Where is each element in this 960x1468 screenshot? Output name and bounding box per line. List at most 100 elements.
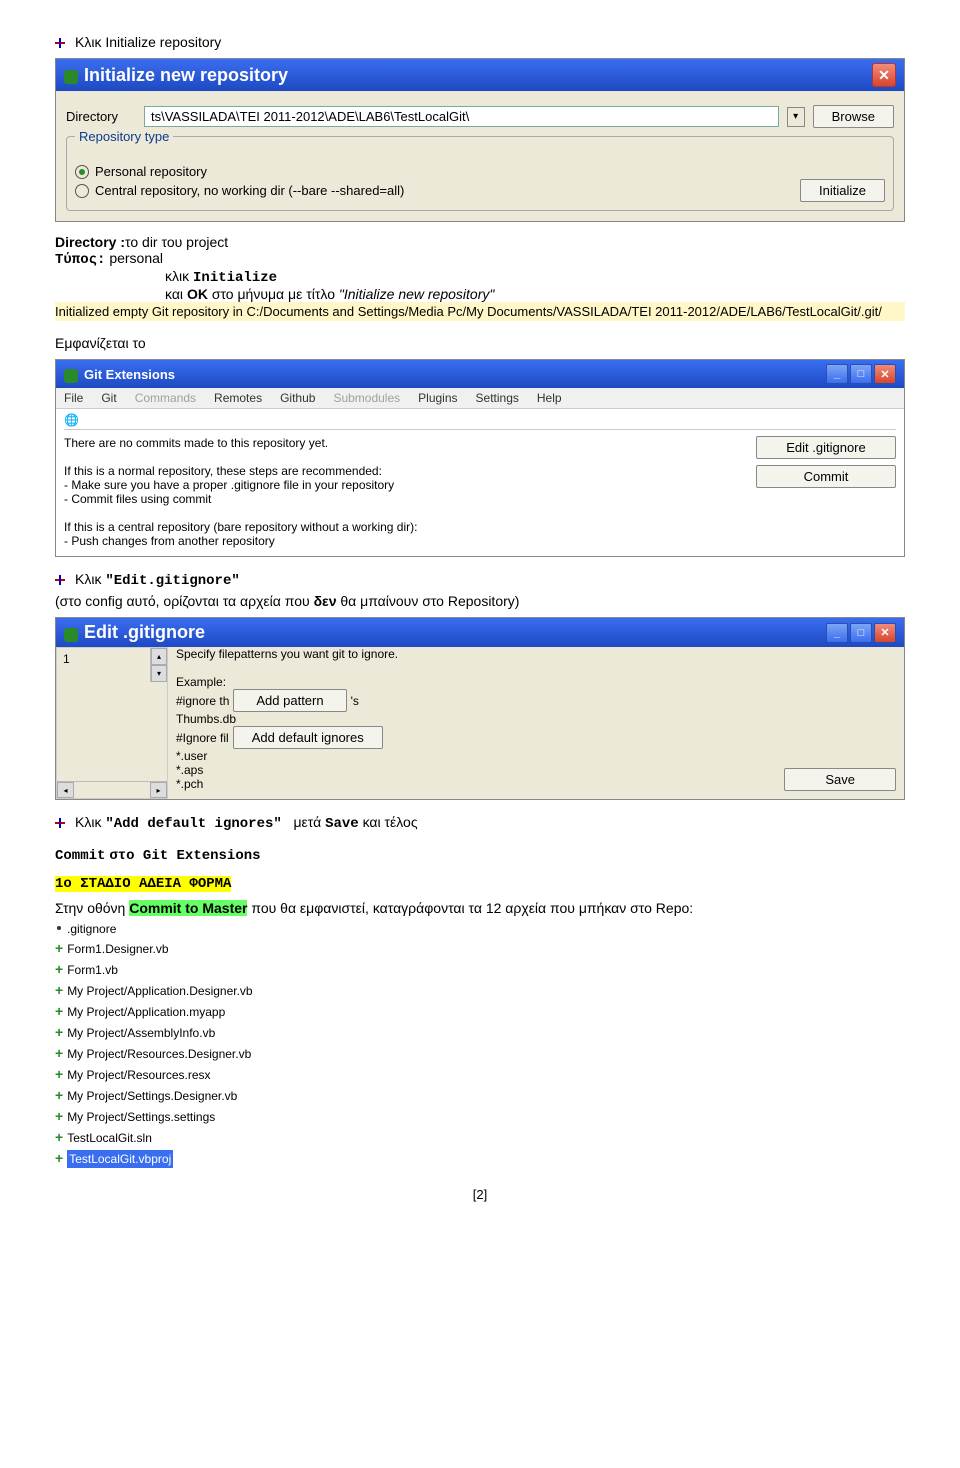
add-default-ignores-button[interactable]: Add default ignores <box>233 726 383 749</box>
list-item: +My Project/Resources.Designer.vb <box>55 1043 905 1064</box>
plus-icon: + <box>55 1043 63 1064</box>
msg-title: "Initialize new repository" <box>339 286 494 302</box>
app-icon <box>64 369 78 383</box>
bullet-icon <box>55 575 65 585</box>
directory-label: Directory <box>66 109 136 124</box>
initialize-button[interactable]: Initialize <box>800 179 885 202</box>
radio-personal-label: Personal repository <box>95 164 207 179</box>
dir-desc: το dir του project <box>125 234 228 250</box>
save-word: Save <box>325 816 359 832</box>
step-gitignore: - Make sure you have a proper .gitignore… <box>64 478 746 492</box>
type-term: Τύπος: <box>55 252 105 268</box>
list-item: +TestLocalGit.sln <box>55 1127 905 1148</box>
ex-line3: #Ignore fil <box>176 731 229 745</box>
git-extensions-window: Git Extensions _ □ ✕ File Git Commands R… <box>55 359 905 557</box>
list-item: +My Project/Application.myapp <box>55 1001 905 1022</box>
click-word2: Κλικ <box>75 571 101 587</box>
central-repo-text: If this is a central repository (bare re… <box>64 520 746 534</box>
gitignore-title: Edit .gitignore <box>84 622 205 643</box>
ok-word: ΟΚ <box>187 286 208 302</box>
ex-line6: *.pch <box>176 777 774 791</box>
after-word: μετά <box>293 814 321 830</box>
maximize-icon[interactable]: □ <box>850 623 872 643</box>
list-item: +My Project/Resources.resx <box>55 1064 905 1085</box>
radio-central-label: Central repository, no working dir (--ba… <box>95 183 404 198</box>
globe-icon: 🌐 <box>64 411 896 430</box>
save-button[interactable]: Save <box>784 768 896 791</box>
maximize-icon[interactable]: □ <box>850 364 872 384</box>
click-word: κλικ <box>165 268 189 284</box>
ex-line1: #ignore th <box>176 694 229 708</box>
init-word: Initialize <box>193 270 277 286</box>
menu-submodules: Submodules <box>333 391 400 405</box>
appears-text: Εμφανίζεται το <box>55 335 905 351</box>
list-item-selected: +TestLocalGit.vbproj <box>55 1148 905 1169</box>
add-def-cmd: "Add default ignores" <box>105 816 281 832</box>
menu-help[interactable]: Help <box>537 391 562 405</box>
commit-to-master: Commit to Master <box>129 900 247 916</box>
list-item: +Form1.vb <box>55 959 905 980</box>
commit-line-a: Στην οθόνη <box>55 900 125 916</box>
radio-central[interactable]: Central repository, no working dir (--ba… <box>75 183 800 198</box>
browse-button[interactable]: Browse <box>813 105 894 128</box>
click-word3: Κλικ <box>75 814 101 830</box>
plus-icon: + <box>55 1127 63 1148</box>
menu-git[interactable]: Git <box>101 391 116 405</box>
edit-gitignore-cmd: "Edit.gitignore" <box>105 573 239 589</box>
plus-icon: + <box>55 1001 63 1022</box>
scrollbar-vertical[interactable]: ▴▾ <box>150 648 167 682</box>
app-icon <box>64 70 78 84</box>
plus-icon: + <box>55 1106 63 1127</box>
commit-button[interactable]: Commit <box>756 465 896 488</box>
menubar[interactable]: File Git Commands Remotes Github Submodu… <box>56 388 904 409</box>
initialize-dialog: Initialize new repository ✕ Directory ts… <box>55 58 905 222</box>
init-output: Initialized empty Git repository in C:/D… <box>55 302 905 321</box>
chevron-down-icon[interactable]: ▾ <box>787 107 805 127</box>
menu-settings[interactable]: Settings <box>476 391 519 405</box>
dialog-title: Initialize new repository <box>84 65 288 86</box>
minimize-icon[interactable]: _ <box>826 623 848 643</box>
specify-text: Specify filepatterns you want git to ign… <box>176 647 896 661</box>
ex-line5: *.aps <box>176 763 774 777</box>
type-val: personal <box>109 250 163 266</box>
close-icon[interactable]: ✕ <box>874 364 896 384</box>
gitignore-dialog: Edit .gitignore _ □ ✕ 1 ▴▾ ◂▸ Specify fi… <box>55 617 905 800</box>
file-list: .gitignore +Form1.Designer.vb +Form1.vb … <box>55 920 905 1169</box>
edit-gitignore-button[interactable]: Edit .gitignore <box>756 436 896 459</box>
group-label: Repository type <box>75 129 173 144</box>
list-item: +My Project/Application.Designer.vb <box>55 980 905 1001</box>
directory-input[interactable]: ts\VASSILADA\TEI 2011-2012\ADE\LAB6\Test… <box>144 106 779 127</box>
list-item: +My Project/Settings.settings <box>55 1106 905 1127</box>
ex-line2: Thumbs.db <box>176 712 896 726</box>
close-icon[interactable]: ✕ <box>874 623 896 643</box>
commit-heading-b: στο Git Extensions <box>109 848 260 864</box>
step-push: - Push changes from another repository <box>64 534 746 548</box>
example-label: Example: <box>176 675 896 689</box>
app-icon <box>64 628 78 642</box>
minimize-icon[interactable]: _ <box>826 364 848 384</box>
msg-phrase: στο μήνυμα με τίτλο <box>212 286 335 302</box>
menu-github[interactable]: Github <box>280 391 315 405</box>
and-word: και <box>165 286 183 302</box>
plus-icon: + <box>55 1085 63 1106</box>
config-note-b: δεν <box>314 593 337 609</box>
menu-plugins[interactable]: Plugins <box>418 391 457 405</box>
plus-icon: + <box>55 1148 63 1169</box>
scrollbar-horizontal[interactable]: ◂▸ <box>57 781 167 798</box>
stage-heading: 1ο ΣΤΑΔΙΟ ΑΔΕΙΑ ΦΟΡΜΑ <box>55 876 231 892</box>
commit-line-c: που θα εμφανιστεί, καταγράφονται τα 12 α… <box>251 900 693 916</box>
menu-file[interactable]: File <box>64 391 83 405</box>
list-item: +Form1.Designer.vb <box>55 938 905 959</box>
step-commit: - Commit files using commit <box>64 492 746 506</box>
list-item: .gitignore <box>55 920 905 938</box>
close-icon[interactable]: ✕ <box>872 63 896 87</box>
commit-heading-a: Commit <box>55 848 105 864</box>
add-pattern-button[interactable]: Add pattern <box>233 689 346 712</box>
plus-icon: + <box>55 938 63 959</box>
plus-icon: + <box>55 1022 63 1043</box>
config-note-c: θα μπαίνουν στο Repository) <box>336 593 519 609</box>
menu-remotes[interactable]: Remotes <box>214 391 262 405</box>
ex-line1b: 's <box>351 694 359 708</box>
radio-personal[interactable]: Personal repository <box>75 164 800 179</box>
gitext-title: Git Extensions <box>84 367 175 382</box>
